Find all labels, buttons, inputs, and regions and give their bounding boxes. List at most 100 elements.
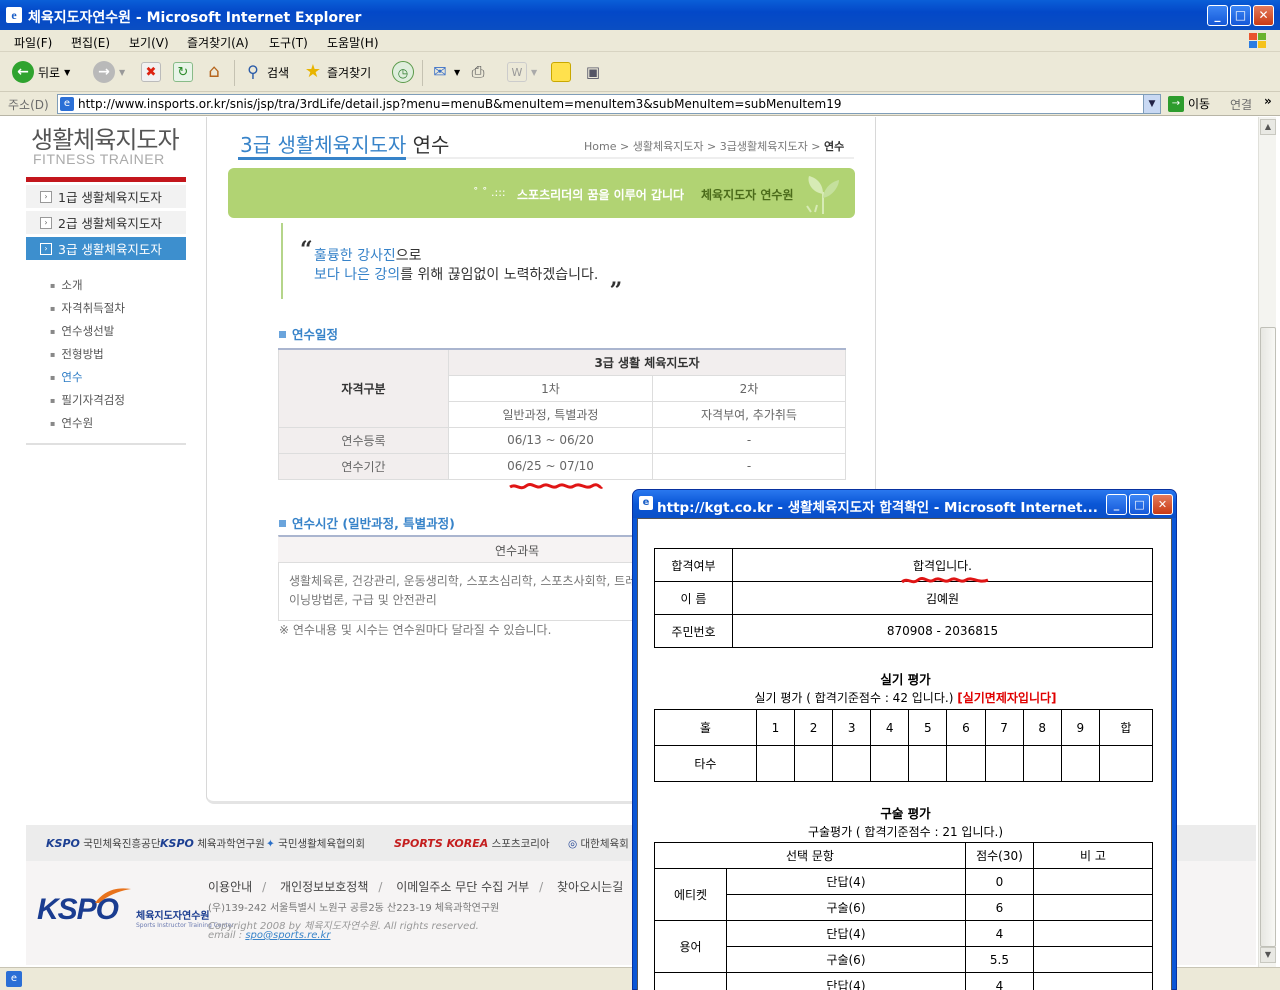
footer-link[interactable]: 개인정보보호정책 (280, 880, 368, 894)
table-header: 1 (755, 709, 795, 746)
popup-maximize-button[interactable]: □ (1129, 494, 1150, 515)
breadcrumb-item[interactable]: 3급생활체육지도자 (720, 140, 808, 153)
breadcrumb: Home > 생활체육지도자 > 3급생활체육지도자 > 연수 (584, 140, 845, 153)
footer-link[interactable]: 이용안내 (208, 880, 252, 894)
subnav-training[interactable]: 연수 (50, 369, 82, 385)
minimize-button[interactable]: _ (1207, 5, 1228, 26)
ie-icon: e (639, 496, 653, 510)
table-cell (984, 745, 1024, 782)
footer-link[interactable]: 찾아오시는길 (557, 880, 623, 894)
favorites-button[interactable]: ★ 즐겨찾기 (303, 60, 371, 84)
forward-dropdown-icon[interactable]: ▼ (119, 68, 125, 77)
partner-logo[interactable]: SPORTS KOREA 스포츠코리아 (394, 836, 550, 851)
address-dropdown-icon[interactable]: ▼ (1143, 95, 1160, 113)
chevron-right-icon: › (40, 216, 52, 229)
subnav-procedure[interactable]: 자격취득절차 (50, 300, 124, 316)
partner-logo[interactable]: ◎ 대한체육회 (568, 836, 629, 851)
forward-button[interactable]: → ▼ (93, 60, 125, 84)
page-title-suffix: 연수 (406, 133, 450, 157)
footer-email: email : spo@sports.re.kr (208, 930, 331, 941)
page-title: 3급 생활체육지도자 연수 (240, 129, 449, 158)
banner-text: 스포츠리더의 꿈을 이루어 갑니다 (517, 188, 685, 202)
page-icon: e (60, 97, 74, 111)
edit-dropdown-icon[interactable]: ▼ (531, 68, 537, 77)
subnav-selection[interactable]: 연수생선발 (50, 323, 114, 339)
partner-logo[interactable]: ✦ 국민생활체육협의회 (266, 836, 365, 851)
table-cell (755, 745, 795, 782)
quote-emphasis: 훌륭한 강사진 (314, 248, 396, 264)
scroll-down-icon[interactable]: ▼ (1260, 947, 1276, 963)
schedule-table: 자격구분 3급 생활 체육지도자 1차 2차 일반과정, 특별과정 자격부여, … (278, 348, 846, 480)
breadcrumb-item[interactable]: 생활체육지도자 (633, 140, 704, 153)
menu-tools[interactable]: 도구(T) (269, 34, 308, 51)
address-url[interactable]: http://www.insports.or.kr/snis/jsp/tra/3… (78, 97, 841, 111)
edit-button[interactable]: W ▼ (507, 60, 537, 84)
subnav-institutes[interactable]: 연수원 (50, 415, 93, 431)
popup-minimize-button[interactable]: _ (1106, 494, 1127, 515)
subnav-written-exam[interactable]: 필기자격검정 (50, 392, 124, 408)
menu-edit[interactable]: 편집(E) (71, 34, 110, 51)
score-cell: 6 (964, 894, 1034, 921)
nav-item-level3[interactable]: › 3급 생활체육지도자 (26, 237, 186, 261)
banner-emphasis: 체육지도자 연수원 (701, 188, 794, 202)
popup-close-button[interactable]: ✕ (1152, 494, 1173, 515)
search-icon: ⚲ (247, 62, 259, 81)
footer-link[interactable]: 이메일주소 무단 수집 거부 (396, 880, 529, 894)
menu-view[interactable]: 보기(V) (129, 34, 169, 51)
maximize-button[interactable]: □ (1230, 5, 1251, 26)
stop-button[interactable]: ✖ (141, 60, 161, 84)
scroll-thumb[interactable] (1260, 327, 1276, 947)
menu-favorites[interactable]: 즐겨찾기(A) (187, 34, 249, 51)
close-button[interactable]: ✕ (1253, 5, 1274, 26)
slogan-banner: ˚ ˚ .::: 스포츠리더의 꿈을 이루어 갑니다 체육지도자 연수원 (228, 168, 855, 218)
go-button[interactable]: → 이동 (1168, 95, 1210, 112)
quote-emphasis: 보다 나은 강의 (314, 267, 401, 283)
back-arrow-icon: ← (12, 61, 34, 83)
breadcrumb-current: 연수 (823, 140, 845, 153)
scroll-up-icon[interactable]: ▲ (1260, 119, 1276, 135)
subnav-intro[interactable]: 소개 (50, 277, 82, 293)
address-input[interactable]: e http://www.insports.or.kr/snis/jsp/tra… (57, 94, 1161, 114)
table-header: 2 (793, 709, 834, 746)
menu-help[interactable]: 도움말(H) (327, 34, 379, 51)
mail-dropdown-icon[interactable]: ▼ (454, 68, 460, 77)
site-title: 생활체육지도자 (31, 126, 180, 154)
footer-address: (우)139-242 서울특별시 노원구 공릉2동 산223-19 체육과학연구… (208, 903, 500, 914)
back-button[interactable]: ← 뒤로 ▼ (12, 60, 70, 84)
email-link[interactable]: spo@sports.re.kr (245, 930, 330, 941)
nav-item-level2[interactable]: › 2급 생활체육지도자 (26, 211, 186, 235)
remarks-cell (1032, 972, 1154, 990)
links-chevron-icon[interactable]: » (1264, 94, 1272, 108)
discuss-button[interactable] (551, 60, 571, 84)
links-label[interactable]: 연결 (1230, 96, 1252, 113)
partner-logo[interactable]: KSPO 국민체육진흥공단 (46, 836, 160, 851)
red-scribble-mark (901, 576, 989, 584)
back-dropdown-icon[interactable]: ▼ (64, 68, 70, 77)
breadcrumb-home[interactable]: Home (584, 140, 616, 153)
print-button[interactable]: ⎙ (468, 60, 488, 84)
partner-logo[interactable]: KSPO 체육과학연구원 (160, 836, 265, 851)
table-cell: - (652, 452, 846, 480)
vertical-scrollbar[interactable]: ▲ ▼ (1258, 117, 1276, 967)
ie-icon: e (6, 7, 22, 23)
score-cell: 0 (964, 868, 1034, 895)
heading-rule-accent (238, 157, 406, 160)
favorites-label: 즐겨찾기 (327, 65, 372, 80)
history-button[interactable]: ◷ (392, 60, 414, 84)
search-button[interactable]: ⚲ 검색 (243, 60, 289, 84)
mail-button[interactable]: ✉ ▼ (430, 60, 460, 84)
star-icon: ★ (304, 61, 322, 82)
go-label: 이동 (1188, 97, 1211, 111)
messenger-button[interactable]: ▣ (583, 60, 603, 84)
nav-item-level1[interactable]: › 1급 생활체육지도자 (26, 185, 186, 209)
home-button[interactable]: ⌂ (204, 60, 224, 84)
table-cell: 06/25 ~ 07/10 (448, 452, 653, 480)
popup-title: http://kgt.co.kr - 생활체육지도자 합격확인 - Micros… (657, 500, 1098, 516)
menu-file[interactable]: 파일(F) (14, 34, 52, 51)
window-titlebar: e 체육지도자연수원 - Microsoft Internet Explorer… (0, 0, 1280, 30)
table-cell: 06/13 ~ 06/20 (448, 426, 653, 454)
subnav-method[interactable]: 전형방법 (50, 346, 103, 362)
table-header: 4 (870, 709, 910, 746)
go-arrow-icon: → (1168, 95, 1184, 112)
refresh-button[interactable]: ↻ (173, 60, 193, 84)
